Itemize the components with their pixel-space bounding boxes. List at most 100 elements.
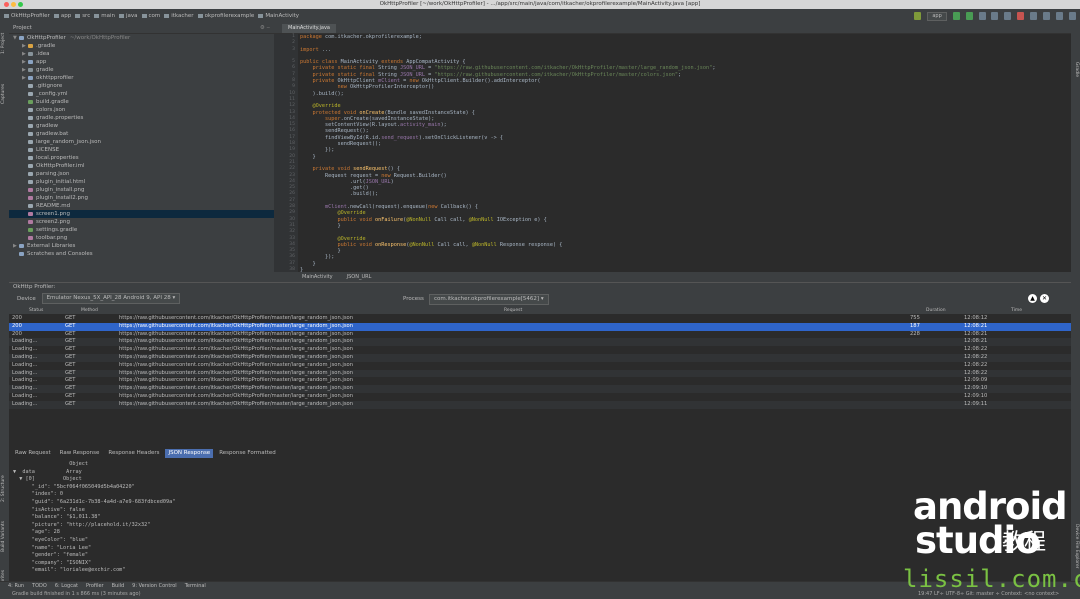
table-row[interactable]: Loading... GET https://raw.githubuserconte… (9, 377, 1071, 385)
json-node[interactable]: "picture": "http://placehold.it/32x32" (13, 522, 613, 530)
table-row[interactable]: Loading... GET https://raw.githubuserconte… (9, 369, 1071, 378)
tool-project[interactable]: 1: Project (1, 33, 6, 54)
tree-item[interactable]: plugin_install2.png (9, 194, 274, 202)
sdk-manager-icon[interactable] (1056, 12, 1064, 20)
table-row[interactable]: Loading... GET https://raw.githubuserconte… (9, 353, 1071, 362)
tree-item[interactable]: parsing.json (9, 170, 274, 178)
breadcrumb-class[interactable]: MainActivity (302, 274, 333, 280)
tool-build-variants[interactable]: Build Variants (1, 521, 6, 552)
tree-item[interactable]: colors.json (9, 106, 274, 114)
json-node[interactable]: "isActive": false (13, 507, 613, 515)
json-response-tree[interactable]: Object ▼ data Array ▼ [0] Object "_id": "… (13, 461, 613, 575)
tab-raw-request[interactable]: Raw Request (12, 449, 54, 458)
tree-item[interactable]: ▼ OkHttpProfiler ~/work/OkHttpProfiler (9, 34, 274, 42)
tab-mainactivity[interactable]: MainActivity.java (282, 24, 336, 33)
table-row[interactable]: 200 GET https://raw.githubusercontent.com/… (9, 315, 1071, 323)
avd-manager-icon[interactable] (1043, 12, 1051, 20)
tree-item[interactable]: screen1.png (9, 210, 274, 218)
table-row[interactable]: 200 GET https://raw.githubusercontent.com/… (9, 322, 1071, 331)
tree-item[interactable]: plugin_install.png (9, 186, 274, 194)
tree-item[interactable]: README.md (9, 202, 274, 210)
json-node[interactable]: "name": "Loria Lee" (13, 545, 613, 553)
tool-window-build[interactable]: Build (112, 583, 125, 589)
json-node[interactable]: Object (13, 461, 613, 469)
tool-window-6-logcat[interactable]: 6: Logcat (55, 583, 78, 589)
code-content[interactable]: package com.itkacher.okprofilerexample; … (300, 34, 1060, 273)
scroll-up-icon[interactable]: ▲ (1028, 294, 1037, 303)
hammer-icon[interactable] (914, 12, 922, 20)
tool-window-todo[interactable]: TODO (32, 583, 47, 589)
json-node[interactable]: ▼ [0] Object (13, 476, 613, 484)
tool-window-profiler[interactable]: Profiler (86, 583, 104, 589)
tool-structure[interactable]: 2: Structure (1, 475, 6, 502)
column-request[interactable]: Request (504, 307, 522, 314)
tree-item[interactable]: plugin_initial.html (9, 178, 274, 186)
json-node[interactable]: "balance": "$1,011.38" (13, 514, 613, 522)
tree-item[interactable]: ▶ gradle (9, 66, 274, 74)
tool-gradle[interactable]: Gradle (1074, 62, 1079, 77)
debug-icon[interactable] (965, 12, 973, 20)
json-node[interactable]: "gender": "female" (13, 552, 613, 560)
table-row[interactable]: Loading... GET https://raw.githubuserconte… (9, 362, 1071, 370)
table-row[interactable]: Loading... GET https://raw.githubuserconte… (9, 338, 1071, 347)
tool-captures[interactable]: Captures (1, 84, 6, 104)
table-row[interactable]: Loading... GET https://raw.githubuserconte… (9, 385, 1071, 393)
tree-item[interactable]: settings.gradle (9, 226, 274, 234)
tree-item[interactable]: local.properties (9, 154, 274, 162)
attach-debugger-icon[interactable] (1004, 12, 1012, 20)
json-node[interactable]: "_id": "5bcf064f065049d5b4a04220" (13, 484, 613, 492)
minimize-window-button[interactable] (11, 2, 16, 7)
breadcrumb-item[interactable]: java (118, 9, 138, 24)
project-view-select[interactable]: Project (13, 25, 32, 31)
tree-item[interactable]: gradle.properties (9, 114, 274, 122)
tree-item[interactable]: ▶ app (9, 58, 274, 66)
breadcrumb-item[interactable]: MainActivity (258, 9, 299, 24)
tool-window-4-run[interactable]: 4: Run (8, 583, 24, 589)
zoom-window-button[interactable] (18, 2, 23, 7)
table-row[interactable]: Loading... GET https://raw.githubuserconte… (9, 393, 1071, 401)
breadcrumb-item[interactable]: okprofilerexample (197, 9, 254, 24)
breadcrumb-field[interactable]: JSON_URL (347, 274, 372, 280)
tree-item[interactable]: large_random_json.json (9, 138, 274, 146)
tree-item[interactable]: OkHttpProfiler.iml (9, 162, 274, 170)
tree-item[interactable]: screen2.png (9, 218, 274, 226)
tree-item[interactable]: ▶ .gradle (9, 42, 274, 50)
breadcrumb-item[interactable]: itkacher (164, 9, 194, 24)
column-time[interactable]: Time (1011, 307, 1022, 314)
json-node[interactable]: ▼ data Array (13, 469, 613, 477)
tree-item[interactable]: build.gradle (9, 98, 274, 106)
column-status[interactable]: Status (29, 307, 43, 314)
stop-icon[interactable] (1017, 12, 1025, 20)
run-icon[interactable] (952, 12, 960, 20)
json-node[interactable]: "guid": "6a231d1c-7b38-4a4d-a7e9-683fdbc… (13, 499, 613, 507)
breadcrumb-item[interactable]: com (141, 9, 160, 24)
tool-window-9-version-control[interactable]: 9: Version Control (132, 583, 177, 589)
clear-icon[interactable]: ✕ (1040, 294, 1049, 303)
tree-item[interactable]: ▶ okhttpprofiler (9, 74, 274, 82)
tree-item[interactable]: _config.yml (9, 90, 274, 98)
tree-item[interactable]: gradlew (9, 122, 274, 130)
breadcrumb-item[interactable]: app (53, 9, 71, 24)
json-node[interactable]: "eyeColor": "blue" (13, 537, 613, 545)
table-row[interactable]: Loading... GET https://raw.githubuserconte… (9, 346, 1071, 354)
tab-json-response[interactable]: JSON Response (165, 449, 214, 458)
tree-item[interactable]: Scratches and Consoles (9, 250, 274, 258)
json-node[interactable]: "index": 0 (13, 491, 613, 499)
tree-item[interactable]: toolbar.png (9, 234, 274, 242)
breadcrumb-item[interactable]: main (94, 9, 115, 24)
apply-changes-icon[interactable] (978, 12, 986, 20)
tool-window-terminal[interactable]: Terminal (185, 583, 206, 589)
tree-item[interactable]: gradlew.bat (9, 130, 274, 138)
breadcrumb-item[interactable]: OkHttpProfiler (4, 9, 50, 24)
run-config-select[interactable]: app (927, 12, 947, 21)
code-editor[interactable]: MainActivity.java 1 2 3 5 6 7 8 9 10 11 12 13 14 15 16… (274, 24, 1071, 282)
search-icon[interactable] (1069, 12, 1076, 20)
table-row[interactable]: 200 GET https://raw.githubusercontent.com/… (9, 331, 1071, 339)
close-window-button[interactable] (4, 2, 9, 7)
device-select[interactable]: Emulator Nexus_5X_API_28 Android 9, API … (41, 293, 181, 304)
tree-item[interactable]: .gitignore (9, 82, 274, 90)
sync-gradle-icon[interactable] (1030, 12, 1038, 20)
json-node[interactable]: "company": "ISONIX" (13, 560, 613, 568)
json-node[interactable]: "email": "lorialee@exchir.com" (13, 567, 613, 575)
tree-item[interactable]: ▶ External Libraries (9, 242, 274, 250)
